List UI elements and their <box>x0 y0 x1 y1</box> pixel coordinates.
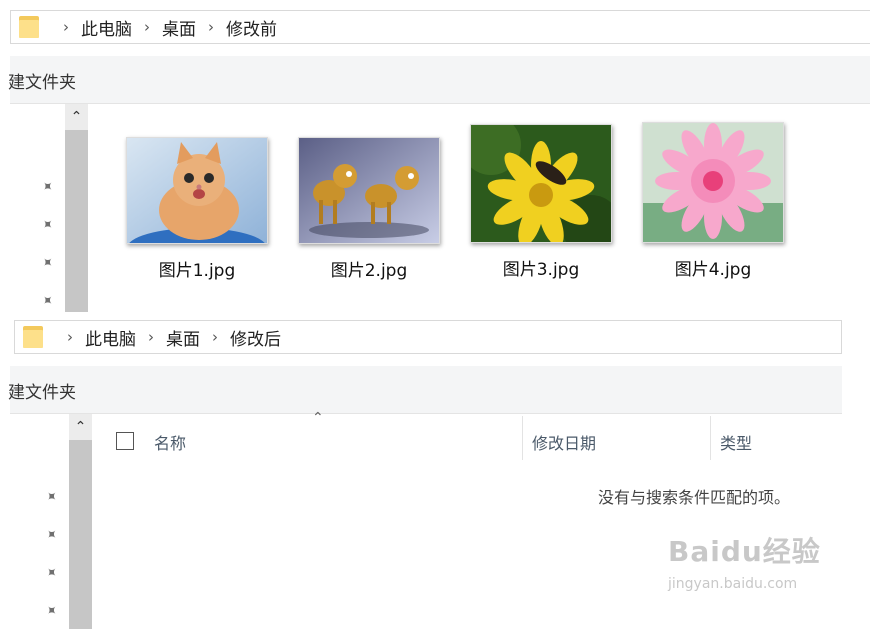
file-name: 图片1.jpg <box>158 261 236 281</box>
pin-icon: ✦ <box>37 253 57 273</box>
chevron-right-icon[interactable]: › <box>144 18 150 36</box>
flower-bee-thumbnail <box>470 124 612 243</box>
watermark-logo: Baidu经验 <box>668 535 821 568</box>
file-item[interactable]: 图片3.jpg <box>461 124 621 280</box>
file-name: 图片2.jpg <box>330 261 408 281</box>
chevron-right-icon[interactable]: › <box>67 328 73 346</box>
navigation-pane: ⌃ ✦ ✦ ✦ ✦ <box>14 414 92 629</box>
address-bar[interactable]: › 此电脑 › 桌面 › 修改后 <box>14 320 842 354</box>
breadcrumb-desktop[interactable]: 桌面 <box>162 15 196 40</box>
new-folder-button[interactable]: 建文件夹 <box>8 378 208 403</box>
kitten-thumbnail <box>126 137 268 244</box>
command-bar: 建文件夹 <box>8 56 870 104</box>
column-header: ⌃ 名称 修改日期 类型 <box>100 410 870 460</box>
breadcrumb-folder[interactable]: 修改后 <box>230 325 281 350</box>
column-divider[interactable] <box>710 416 711 460</box>
explorer-before: › 此电脑 › 桌面 › 修改前 建文件夹 ⌃ ✦ ✦ ✦ ✦ 图片1.jpg … <box>0 0 871 312</box>
file-name: 图片3.jpg <box>502 260 580 280</box>
baidu-watermark: Baidu经验 jingyan.baidu.com <box>668 530 828 612</box>
pin-icon: ✦ <box>37 215 57 235</box>
scroll-up-button[interactable]: ⌃ <box>69 414 92 440</box>
pin-icon: ✦ <box>41 525 61 545</box>
pin-icon: ✦ <box>41 563 61 583</box>
folder-icon <box>23 326 43 348</box>
pin-icon: ✦ <box>41 601 61 621</box>
file-item[interactable]: 图片4.jpg <box>633 122 793 280</box>
chevron-right-icon[interactable]: › <box>148 328 154 346</box>
column-name[interactable]: 名称 <box>154 430 186 454</box>
horses-thumbnail <box>298 137 440 244</box>
chevron-right-icon[interactable]: › <box>212 328 218 346</box>
sort-ascending-icon: ⌃ <box>312 410 324 426</box>
select-all-checkbox[interactable] <box>116 432 134 450</box>
new-folder-button[interactable]: 建文件夹 <box>8 68 208 93</box>
command-bar: 建文件夹 <box>8 366 842 414</box>
empty-folder-message: 没有与搜索条件匹配的项。 <box>598 488 791 507</box>
watermark-url: jingyan.baidu.com <box>668 576 798 592</box>
column-type[interactable]: 类型 <box>720 430 752 454</box>
file-item[interactable]: 图片1.jpg <box>117 137 277 281</box>
breadcrumb-this-pc[interactable]: 此电脑 <box>85 325 136 350</box>
navigation-pane: ⌃ ✦ ✦ ✦ ✦ <box>10 104 88 312</box>
address-bar[interactable]: › 此电脑 › 桌面 › 修改前 <box>10 10 870 44</box>
column-date-modified[interactable]: 修改日期 <box>532 430 596 454</box>
dahlia-thumbnail <box>642 122 784 243</box>
scrollbar[interactable] <box>69 414 92 629</box>
pin-icon: ✦ <box>37 177 57 197</box>
scroll-up-button[interactable]: ⌃ <box>65 104 88 130</box>
scrollbar[interactable] <box>65 104 88 312</box>
explorer-after: › 此电脑 › 桌面 › 修改后 建文件夹 ⌃ ✦ ✦ ✦ ✦ ⌃ 名称 修改日… <box>0 312 871 629</box>
column-divider[interactable] <box>522 416 523 460</box>
breadcrumb-desktop[interactable]: 桌面 <box>166 325 200 350</box>
breadcrumb-this-pc[interactable]: 此电脑 <box>81 15 132 40</box>
chevron-right-icon[interactable]: › <box>63 18 69 36</box>
breadcrumb-folder[interactable]: 修改前 <box>226 15 277 40</box>
pin-icon: ✦ <box>37 291 57 311</box>
folder-icon <box>19 16 39 38</box>
file-name: 图片4.jpg <box>674 260 752 280</box>
pin-icon: ✦ <box>41 487 61 507</box>
chevron-right-icon[interactable]: › <box>208 18 214 36</box>
file-item[interactable]: 图片2.jpg <box>289 137 449 281</box>
